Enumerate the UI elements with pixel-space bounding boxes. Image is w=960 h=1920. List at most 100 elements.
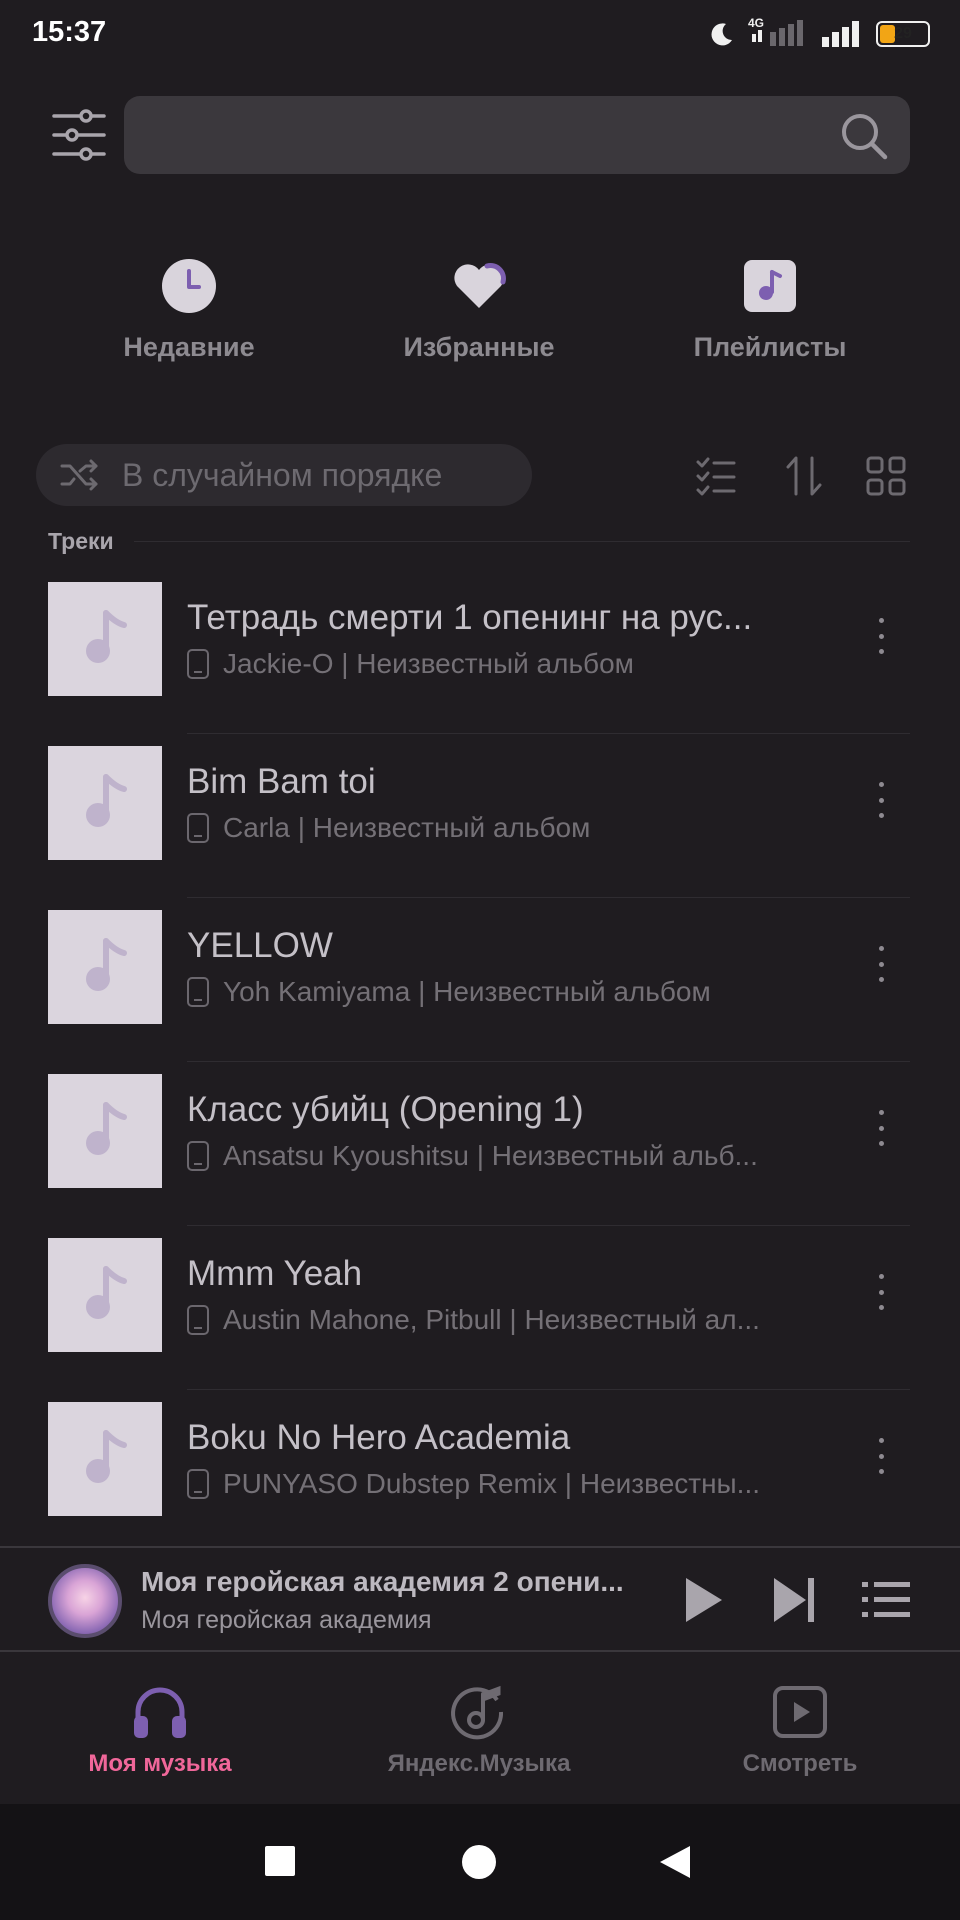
quick-access: Недавние Избранные Плейлисты — [0, 258, 960, 378]
track-row[interactable]: Тетрадь смерти 1 опенинг на рус... Jacki… — [0, 570, 960, 734]
tab-my-music[interactable]: Моя музыка — [20, 1682, 300, 1778]
music-note-circle-icon — [451, 1685, 504, 1740]
network-indicator: 4G — [748, 16, 808, 50]
search-icon[interactable] — [840, 112, 888, 160]
quick-playlists[interactable]: Плейлисты — [660, 258, 880, 363]
music-note-icon — [86, 774, 127, 827]
music-note-icon — [86, 938, 127, 991]
filter-settings-icon[interactable] — [50, 108, 108, 162]
track-row[interactable]: Bim Bam toi Carla | Неизвестный альбом — [0, 734, 960, 898]
track-row[interactable]: Boku No Hero Academia PUNYASO Dubstep Re… — [0, 1390, 960, 1554]
grid-view-icon[interactable] — [864, 454, 908, 498]
track-cover — [48, 1402, 162, 1516]
bottom-navigation: Моя музыка Яндекс.Музыка Смотреть — [0, 1652, 960, 1804]
tab-my-music-label: Моя музыка — [88, 1750, 232, 1777]
status-icons: 4G 29 — [708, 16, 930, 50]
track-row[interactable]: Класс убийц (Opening 1) Ansatsu Kyoushit… — [0, 1062, 960, 1226]
tab-yandex-music-label: Яндекс.Музыка — [387, 1750, 571, 1777]
quick-recent-label: Недавние — [123, 332, 255, 362]
search-input[interactable] — [124, 96, 910, 174]
track-artist-album: PUNYASO Dubstep Remix | Неизвестны... — [223, 1468, 761, 1499]
moon-icon — [711, 23, 732, 46]
shuffle-button[interactable]: В случайном порядке — [36, 444, 532, 506]
signal-strong-icon — [822, 21, 859, 47]
sort-icon[interactable] — [782, 454, 826, 498]
top-row — [0, 96, 960, 174]
back-icon[interactable] — [656, 1842, 696, 1882]
status-bar: 15:37 4G 29 — [0, 0, 960, 68]
track-subtitle: Austin Mahone, Pitbull | Неизвестный ал.… — [187, 1302, 807, 1338]
music-note-icon — [86, 1102, 127, 1155]
phone-storage-icon — [187, 649, 209, 679]
quick-recent[interactable]: Недавние — [79, 258, 299, 363]
tab-yandex-music[interactable]: Яндекс.Музыка — [339, 1682, 619, 1778]
playlist-icon — [744, 260, 796, 312]
more-vertical-icon[interactable] — [864, 1270, 898, 1314]
track-cover — [48, 910, 162, 1024]
home-icon[interactable] — [459, 1842, 499, 1882]
track-subtitle: Carla | Неизвестный альбом — [187, 810, 807, 846]
phone-storage-icon — [187, 977, 209, 1007]
track-cover — [48, 582, 162, 696]
more-vertical-icon[interactable] — [864, 614, 898, 658]
track-title: Тетрадь смерти 1 опенинг на рус... — [187, 598, 753, 637]
track-row[interactable]: YELLOW Yoh Kamiyama | Неизвестный альбом — [0, 898, 960, 1062]
more-vertical-icon[interactable] — [864, 778, 898, 822]
battery-level: 29 — [894, 25, 912, 42]
tab-watch-label: Смотреть — [742, 1750, 858, 1777]
status-time: 15:37 — [32, 16, 107, 48]
clock-icon — [162, 259, 216, 313]
quick-favorites[interactable]: Избранные — [369, 258, 589, 363]
skip-next-icon[interactable] — [764, 1570, 824, 1630]
system-navigation-bar — [0, 1804, 960, 1920]
track-title: Bim Bam toi — [187, 762, 376, 801]
phone-storage-icon — [187, 1305, 209, 1335]
tab-watch[interactable]: Смотреть — [660, 1682, 940, 1778]
now-playing-title: Моя геройская академия 2 опени... — [141, 1566, 624, 1597]
signal-weak-icon — [752, 20, 803, 46]
mini-player[interactable]: Моя геройская академия 2 опени... Моя ге… — [0, 1546, 960, 1652]
track-title: Класс убийц (Opening 1) — [187, 1090, 584, 1129]
multi-select-icon[interactable] — [694, 454, 738, 498]
section-title: Треки — [48, 527, 114, 554]
quick-playlists-label: Плейлисты — [693, 332, 847, 362]
music-note-icon — [86, 1430, 127, 1483]
battery-icon: 29 — [876, 21, 930, 47]
now-playing-artwork[interactable] — [48, 1564, 122, 1638]
shuffle-label: В случайном порядке — [122, 456, 443, 493]
music-note-icon — [86, 610, 127, 663]
phone-storage-icon — [187, 813, 209, 843]
track-subtitle: Jackie-O | Неизвестный альбом — [187, 646, 807, 682]
shuffle-icon — [60, 459, 98, 491]
track-title: Mmm Yeah — [187, 1254, 363, 1293]
play-icon[interactable] — [672, 1570, 732, 1630]
queue-icon[interactable] — [858, 1570, 918, 1630]
track-row[interactable]: Mmm Yeah Austin Mahone, Pitbull | Неизве… — [0, 1226, 960, 1390]
track-subtitle: PUNYASO Dubstep Remix | Неизвестны... — [187, 1466, 807, 1502]
headphones-icon — [134, 1687, 186, 1738]
track-cover — [48, 746, 162, 860]
phone-storage-icon — [187, 1469, 209, 1499]
recent-apps-icon[interactable] — [261, 1842, 301, 1882]
more-vertical-icon[interactable] — [864, 1106, 898, 1150]
track-cover — [48, 1238, 162, 1352]
heart-icon — [454, 263, 506, 308]
track-title: Boku No Hero Academia — [187, 1418, 571, 1457]
track-artist-album: Yoh Kamiyama | Неизвестный альбом — [223, 976, 711, 1007]
music-note-icon — [86, 1266, 127, 1319]
now-playing-subtitle: Моя геройская академия — [141, 1606, 432, 1634]
list-controls: В случайном порядке — [0, 444, 960, 506]
track-subtitle: Yoh Kamiyama | Неизвестный альбом — [187, 974, 807, 1010]
track-subtitle: Ansatsu Kyoushitsu | Неизвестный альб... — [187, 1138, 807, 1174]
track-cover — [48, 1074, 162, 1188]
track-title: YELLOW — [187, 926, 333, 965]
track-artist-album: Carla | Неизвестный альбом — [223, 812, 591, 843]
track-artist-album: Austin Mahone, Pitbull | Неизвестный ал.… — [223, 1304, 760, 1335]
section-divider — [133, 540, 910, 542]
more-vertical-icon[interactable] — [864, 942, 898, 986]
track-artist-album: Ansatsu Kyoushitsu | Неизвестный альб... — [223, 1140, 758, 1171]
quick-favorites-label: Избранные — [403, 332, 555, 362]
more-vertical-icon[interactable] — [864, 1434, 898, 1478]
track-artist-album: Jackie-O | Неизвестный альбом — [223, 648, 634, 679]
phone-storage-icon — [187, 1141, 209, 1171]
